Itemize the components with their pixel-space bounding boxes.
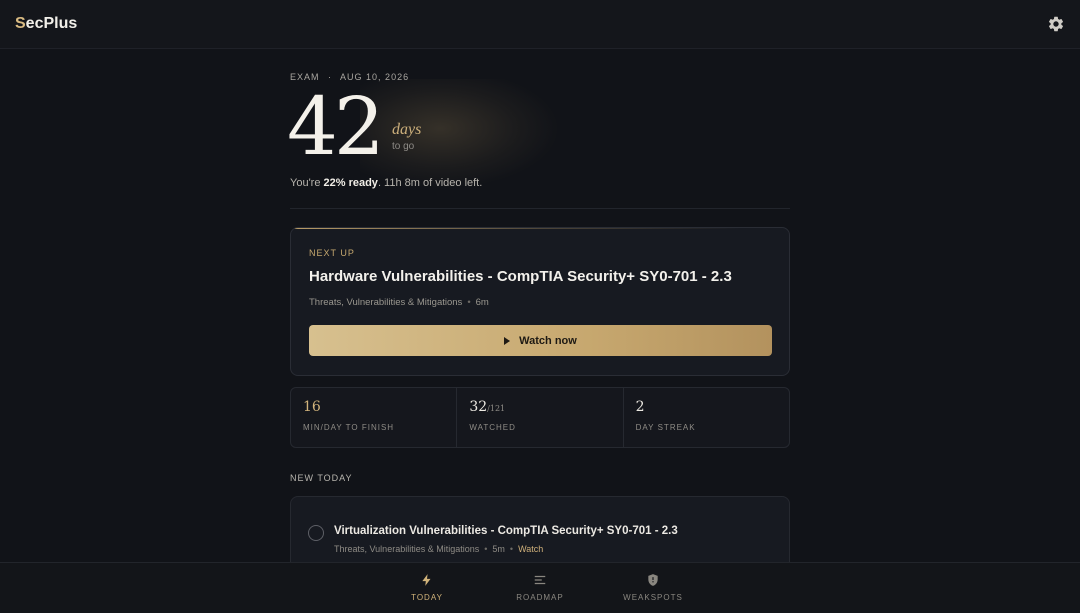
play-icon	[504, 336, 511, 345]
next-up-title: Hardware Vulnerabilities - CompTIA Secur…	[309, 268, 732, 285]
list-item-title[interactable]: Virtualization Vulnerabilities - CompTIA…	[334, 525, 678, 537]
list-icon	[534, 575, 546, 585]
countdown-glow	[360, 79, 560, 189]
days-word: days	[392, 121, 422, 138]
stat-value: 32/121	[469, 399, 506, 415]
list-item-meta: Threats, Vulnerabilities & Mitigations • 5…	[334, 544, 544, 554]
days-left-number: 42	[287, 80, 385, 173]
complete-checkbox[interactable]	[308, 525, 324, 541]
stat-label: DAY STREAK	[635, 423, 696, 432]
top-bar: SecPlus	[0, 0, 1080, 49]
stats-row: 16 MIN/DAY TO FINISH 32/121 WATCHED 2 DA…	[290, 387, 790, 448]
shield-icon	[648, 574, 658, 586]
app-logo[interactable]: SecPlus	[15, 15, 77, 33]
nav-label: TODAY	[411, 593, 443, 602]
nav-label: ROADMAP	[516, 593, 564, 602]
nav-item-weakspots[interactable]: WEAKSPOTS	[613, 573, 693, 602]
stat-day-streak: 2 DAY STREAK	[624, 388, 789, 447]
stat-min-per-day: 16 MIN/DAY TO FINISH	[291, 388, 458, 447]
stat-value: 16	[303, 399, 321, 415]
to-go-label: to go	[392, 141, 415, 152]
gear-icon[interactable]	[1047, 15, 1065, 33]
stat-watched: 32/121 WATCHED	[457, 388, 624, 447]
stat-label: WATCHED	[469, 423, 516, 432]
stat-value: 2	[635, 399, 645, 415]
nav-item-roadmap[interactable]: ROADMAP	[500, 573, 580, 602]
watch-link[interactable]: Watch	[518, 544, 543, 554]
next-up-card: NEXT UP Hardware Vulnerabilities - CompT…	[290, 227, 790, 376]
readiness-text: You're 22% ready. 11h 8m of video left.	[290, 177, 483, 189]
watch-now-button[interactable]: Watch now	[309, 325, 772, 356]
nav-item-today[interactable]: TODAY	[387, 573, 467, 602]
next-up-eyebrow: NEXT UP	[309, 248, 355, 258]
nav-label: WEAKSPOTS	[623, 593, 683, 602]
divider	[290, 208, 790, 209]
bottom-nav: TODAY ROADMAP WEAKSPOTS	[0, 562, 1080, 613]
next-up-meta: Threats, Vulnerabilities & Mitigations • 6…	[309, 297, 489, 308]
card-accent-line	[291, 228, 789, 229]
new-today-heading: NEW TODAY	[290, 473, 353, 483]
stat-label: MIN/DAY TO FINISH	[303, 423, 395, 432]
lightning-icon	[422, 574, 431, 586]
